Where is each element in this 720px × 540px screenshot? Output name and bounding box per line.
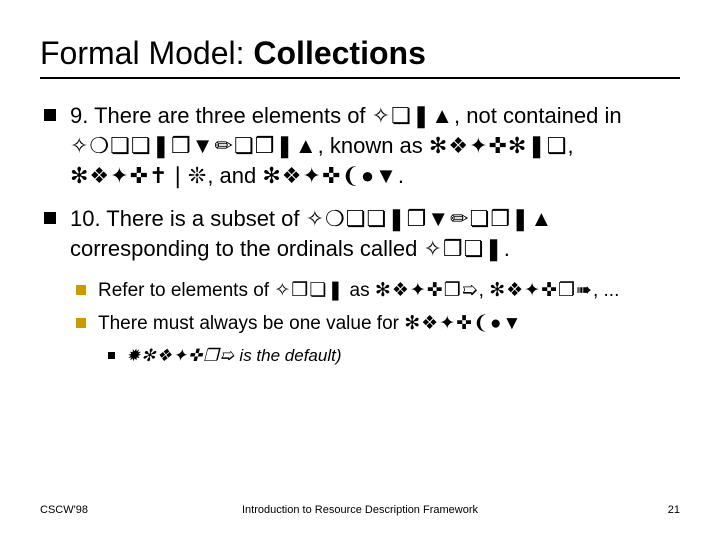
text: is the default) [235,346,342,365]
symbol-run: ✧❍❏❏❚❒▼✏❏❒❚▲ [306,206,554,231]
slide: Formal Model: Collections 9. There are t… [0,0,720,540]
subpoint-refer: Refer to elements of ✧❒❏❚ as ✻❖✦✜❐➯, ✻❖✦… [40,278,680,304]
text: . [398,163,404,188]
text: . [504,236,510,261]
symbol-run: ✹✻❖✦✜❐➯ [126,346,235,365]
text: , ... [593,280,619,301]
text: 9. There are three elements of [70,103,372,128]
text: , [479,280,490,301]
point-10: 10. There is a subset of ✧❍❏❏❚❒▼✏❏❒❚▲ co… [40,204,680,263]
point-9: 9. There are three elements of ✧❏❚▲, not… [40,101,680,190]
symbol-run: ✧❒❏❚ [274,280,344,301]
text: corresponding to the ordinals called [70,236,423,261]
text: as [344,280,375,301]
text: , not contained in [454,103,622,128]
symbol-run: ✻❖✦✜❨●▼ [262,163,398,188]
subsubpoint-default: ✹✻❖✦✜❐➯ is the default) [40,345,680,368]
footer-page: 21 [520,504,680,516]
symbol-run: ✻❖✦✜✻❚❑ [429,133,568,158]
text: 10. There is a subset of [70,206,306,231]
footer-left: CSCW'98 [40,504,200,516]
text: , known as [318,133,429,158]
title-rule [40,77,680,79]
slide-footer: CSCW'98 Introduction to Resource Descrip… [40,504,680,516]
slide-title: Formal Model: Collections [40,36,680,71]
title-plain: Formal Model: [40,35,253,71]
text: , and [207,163,262,188]
text: Refer to elements of [98,280,274,301]
symbol-run: ✧❒❏❚ [423,236,503,261]
symbol-run: ✻❖✦✜❐➯ [375,280,479,301]
symbol-run: ✻❖✦✜✝❘❊ [70,163,207,188]
text: There must always be one value for [98,313,404,334]
symbol-run: ✻❖✦✜❐➠ [489,280,593,301]
subpoint-always: There must always be one value for ✻❖✦✜❨… [40,311,680,337]
text: , [568,133,574,158]
footer-center: Introduction to Resource Description Fra… [200,504,520,516]
symbol-run: ✧❏❚▲ [372,103,454,128]
bullet-list: 9. There are three elements of ✧❏❚▲, not… [40,101,680,368]
symbol-run: ✧❍❏❏❚❒▼✏❏❒❚▲ [70,133,318,158]
title-bold: Collections [253,35,425,71]
symbol-run: ✻❖✦✜❨●▼ [404,313,522,334]
